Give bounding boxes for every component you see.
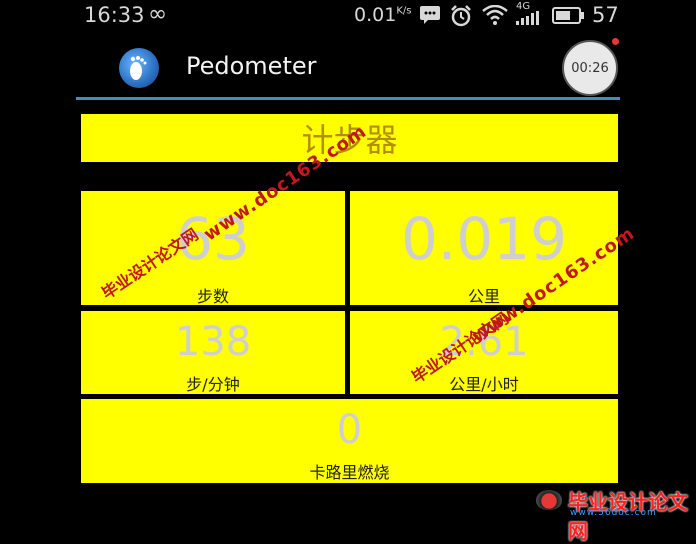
app-logo-footprint-icon[interactable]: [119, 48, 159, 88]
speed-label: 公里/小时: [449, 375, 519, 394]
distance-panel: 0.019 公里: [350, 191, 618, 306]
network-speed: 0.01K/s: [354, 4, 411, 26]
pace-label: 步/分钟: [186, 375, 240, 394]
pace-panel: 138 步/分钟: [81, 311, 345, 394]
calories-panel: 0 卡路里燃烧: [81, 399, 618, 483]
screen-record-timer-button[interactable]: 00:26: [562, 40, 618, 96]
calories-value: 0: [336, 407, 363, 453]
network-speed-unit: K/s: [396, 5, 412, 17]
footer-watermark-url: www.56doc.com: [570, 508, 657, 518]
wifi-icon: [482, 5, 508, 25]
pace-value: 138: [174, 319, 252, 365]
message-icon: [420, 6, 440, 24]
calories-label: 卡路里燃烧: [309, 463, 390, 482]
watermark-logo-icon: [536, 490, 562, 510]
alarm-icon: [451, 5, 471, 27]
distance-label: 公里: [467, 287, 500, 306]
signal-icon: [516, 11, 539, 25]
action-bar: Pedometer: [76, 36, 620, 98]
status-bar: 16:33 ∞ 0.01K/s 4G 57: [0, 0, 696, 30]
status-time: 16:33: [84, 3, 145, 27]
record-indicator-dot: [612, 38, 619, 45]
action-bar-divider: [76, 97, 620, 100]
footer-watermark: 毕业设计论文网 www.56doc.com: [530, 486, 696, 543]
battery-level: 57: [592, 3, 619, 27]
app-title: Pedometer: [186, 52, 317, 80]
battery-icon: [552, 7, 584, 24]
network-speed-value: 0.01: [354, 4, 397, 26]
infinity-icon: ∞: [148, 1, 168, 27]
